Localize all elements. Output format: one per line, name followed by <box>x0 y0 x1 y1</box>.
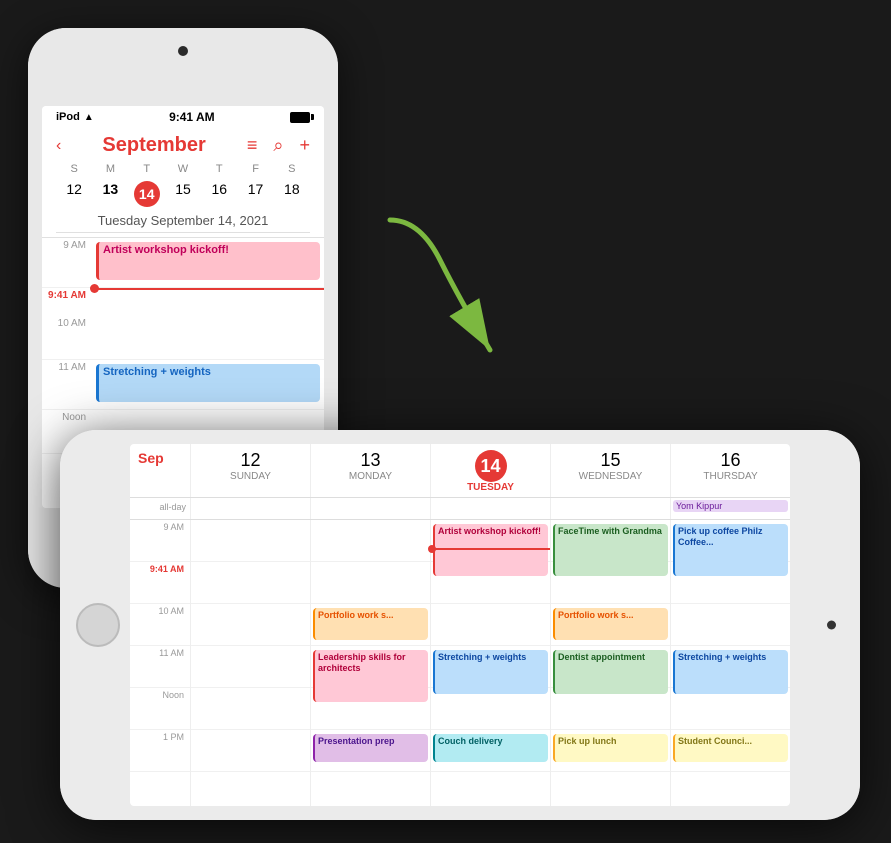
carrier-label: iPod <box>56 111 80 123</box>
horizontal-screen: Sep 12 Sunday 13 Monday 14 Tuesday <box>130 444 790 806</box>
day-num-15: 15 <box>553 450 668 471</box>
add-event-button[interactable]: + <box>299 135 310 156</box>
dentist-event[interactable]: Dentist appointment <box>553 650 668 694</box>
col-wednesday-events: FaceTime with Grandma Portfolio work s..… <box>550 520 670 806</box>
sun-slot-1 <box>191 520 310 562</box>
list-icon[interactable]: ≡ <box>247 135 258 156</box>
sun-slot-2 <box>191 562 310 604</box>
slot-1pm: 1 PM <box>130 730 190 772</box>
time-10am: 10 AM <box>42 316 94 359</box>
selected-date-label: Tuesday September 14, 2021 <box>56 209 310 233</box>
time-941am: 9:41 AM <box>42 288 94 316</box>
allday-label: all-day <box>130 498 190 519</box>
day-num-14-today: 14 <box>475 450 507 482</box>
sun-slot-4 <box>191 646 310 688</box>
slot-10am: 10 AM <box>130 604 190 646</box>
wifi-icon: ▲ <box>84 112 94 123</box>
student-council-event[interactable]: Student Counci... <box>673 734 788 762</box>
home-button-h[interactable] <box>76 603 120 647</box>
month-cell: Sep <box>130 444 190 497</box>
stretching-tue-event[interactable]: Stretching + weights <box>433 650 548 694</box>
time-labels-col: 9 AM 9:41 AM 10 AM 11 AM Noon 1 PM <box>130 520 190 806</box>
week-header: Sep 12 Sunday 13 Monday 14 Tuesday <box>130 444 790 498</box>
couch-delivery-event[interactable]: Couch delivery <box>433 734 548 762</box>
day-label-wed: Wednesday <box>553 471 668 482</box>
time-row-9am: 9 AM Artist workshop kickoff! <box>42 238 324 288</box>
sun-slot-5 <box>191 688 310 730</box>
col-tuesday-events: Artist workshop kickoff! Stretching + we… <box>430 520 550 806</box>
slot-noon: Noon <box>130 688 190 730</box>
week-view: Sep 12 Sunday 13 Monday 14 Tuesday <box>130 444 790 806</box>
artist-workshop-week-event[interactable]: Artist workshop kickoff! <box>433 524 548 576</box>
time-row-10am: 10 AM <box>42 316 324 360</box>
weekday-labels: SMTWTFS <box>56 163 310 175</box>
calendar-days: 12 13 14 15 16 17 18 <box>56 179 310 209</box>
allday-sun <box>190 498 310 519</box>
time-label: 9:41 AM <box>169 110 215 124</box>
side-camera <box>827 621 836 630</box>
col-mon: 13 Monday <box>310 444 430 497</box>
time-9am: 9 AM <box>42 238 94 287</box>
day-num-12: 12 <box>193 450 308 471</box>
portfolio-mon-event[interactable]: Portfolio work s... <box>313 608 428 640</box>
day-num-13: 13 <box>313 450 428 471</box>
front-camera <box>178 46 188 56</box>
slot-11am: 11 AM <box>130 646 190 688</box>
pickup-coffee-event[interactable]: Pick up coffee Philz Coffee... <box>673 524 788 576</box>
stretching-event[interactable]: Stretching + weights <box>96 364 320 402</box>
week-current-time-line <box>431 548 550 550</box>
allday-row: all-day Yom Kippur <box>130 498 790 520</box>
sun-slot-3 <box>191 604 310 646</box>
battery-icon <box>290 112 310 123</box>
col-thursday-events: Pick up coffee Philz Coffee... Stretchin… <box>670 520 790 806</box>
allday-mon <box>310 498 430 519</box>
presentation-prep-event[interactable]: Presentation prep <box>313 734 428 762</box>
leadership-event[interactable]: Leadership skills for architects <box>313 650 428 702</box>
time-row-11am: 11 AM Stretching + weights <box>42 360 324 410</box>
day-view[interactable]: 9 AM Artist workshop kickoff! 9:41 AM 10… <box>42 238 324 462</box>
sun-slot-6 <box>191 730 310 772</box>
allday-thu: Yom Kippur <box>670 498 790 519</box>
week-time-grid[interactable]: 9 AM 9:41 AM 10 AM 11 AM Noon 1 PM <box>130 520 790 806</box>
col-wed: 15 Wednesday <box>550 444 670 497</box>
col-monday-events: Portfolio work s... Leadership skills fo… <box>310 520 430 806</box>
slot-9am: 9 AM <box>130 520 190 562</box>
arrow-indicator <box>360 200 560 400</box>
col-sunday-events <box>190 520 310 806</box>
yom-kippur-event[interactable]: Yom Kippur <box>673 500 788 512</box>
artist-workshop-event[interactable]: Artist workshop kickoff! <box>96 242 320 280</box>
day-label-thu: Thursday <box>673 471 788 482</box>
facetime-grandma-event[interactable]: FaceTime with Grandma <box>553 524 668 576</box>
portfolio-wed-event[interactable]: Portfolio work s... <box>553 608 668 640</box>
day-label-sun: Sunday <box>193 471 308 482</box>
month-title: September <box>102 134 205 157</box>
time-11am: 11 AM <box>42 360 94 409</box>
status-bar: iPod ▲ 9:41 AM <box>42 106 324 128</box>
day-label-mon: Monday <box>313 471 428 482</box>
current-time-indicator <box>94 288 324 290</box>
slot-941am: 9:41 AM <box>130 562 190 604</box>
allday-tue <box>430 498 550 519</box>
pick-up-lunch-event[interactable]: Pick up lunch <box>553 734 668 762</box>
col-thu: 16 Thursday <box>670 444 790 497</box>
allday-wed <box>550 498 670 519</box>
time-row-941: 9:41 AM <box>42 288 324 316</box>
ipod-horizontal: Sep 12 Sunday 13 Monday 14 Tuesday <box>60 430 860 820</box>
back-button[interactable]: ‹ <box>56 137 61 155</box>
day-label-tue: Tuesday <box>433 482 548 493</box>
stretching-thu-event[interactable]: Stretching + weights <box>673 650 788 694</box>
week-month-label: Sep <box>138 450 164 466</box>
calendar-header: ‹ September ≡ ⌕ + SMTWTFS 12 13 14 15 <box>42 128 324 238</box>
col-tue: 14 Tuesday <box>430 444 550 497</box>
col-sun: 12 Sunday <box>190 444 310 497</box>
search-icon[interactable]: ⌕ <box>273 135 283 156</box>
day-num-16: 16 <box>673 450 788 471</box>
